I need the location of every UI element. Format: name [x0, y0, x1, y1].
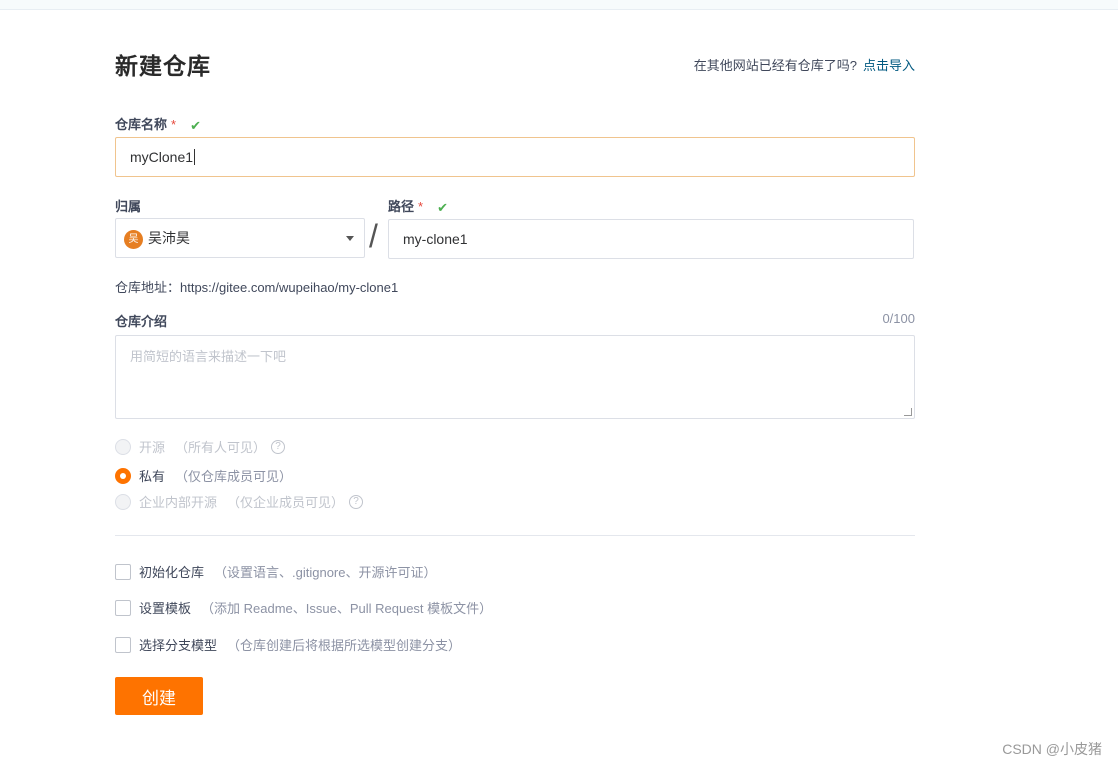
- required-mark: *: [418, 199, 424, 214]
- text-caret: [194, 149, 196, 165]
- watermark: CSDN @小皮猪: [1002, 741, 1102, 757]
- check-icon: ✔: [437, 200, 448, 215]
- description-textarea[interactable]: 用简短的语言来描述一下吧: [115, 335, 915, 419]
- path-label: 路径 * ✔: [388, 199, 448, 215]
- description-label: 仓库介绍: [115, 314, 168, 329]
- resize-handle-icon[interactable]: [904, 408, 912, 416]
- checkbox[interactable]: [115, 636, 131, 653]
- import-prompt-text: 在其他网站已经有仓库了吗?: [693, 58, 857, 73]
- path-input[interactable]: my-clone1: [388, 219, 914, 259]
- owner-label: 归属: [115, 199, 142, 214]
- repo-address: 仓库地址：https://gitee.com/wupeihao/my-clone…: [115, 280, 399, 295]
- import-prompt: 在其他网站已经有仓库了吗? 点击导入: [694, 55, 915, 74]
- option-init-repo[interactable]: 初始化仓库 （设置语言、.gitignore、开源许可证）: [115, 562, 437, 581]
- radio-button[interactable]: [115, 438, 131, 455]
- radio-button[interactable]: [115, 493, 131, 510]
- repo-name-label: 仓库名称 * ✔: [115, 117, 201, 133]
- option-template[interactable]: 设置模板 （添加 Readme、Issue、Pull Request 模板文件）: [115, 598, 492, 617]
- visibility-option-private[interactable]: 私有 （仅仓库成员可见）: [115, 466, 292, 485]
- help-icon[interactable]: ?: [271, 439, 286, 454]
- radio-button-selected[interactable]: [115, 467, 131, 484]
- check-icon: ✔: [190, 118, 201, 133]
- chevron-down-icon: [346, 236, 354, 241]
- option-branch-model[interactable]: 选择分支模型 （仓库创建后将根据所选模型创建分支）: [115, 635, 461, 654]
- create-button[interactable]: 创建: [115, 677, 203, 715]
- divider: [115, 535, 915, 536]
- description-placeholder: 用简短的语言来描述一下吧: [130, 349, 287, 364]
- avatar: 吴: [124, 230, 143, 249]
- owner-value: 吴沛昊: [148, 230, 190, 246]
- page-title: 新建仓库: [115, 53, 211, 79]
- path-separator: /: [369, 218, 378, 254]
- import-link[interactable]: 点击导入: [863, 58, 915, 73]
- char-counter: 0/100: [882, 311, 915, 326]
- help-icon[interactable]: ?: [349, 494, 364, 509]
- visibility-option-enterprise[interactable]: 企业内部开源 （仅企业成员可见） ?: [115, 492, 364, 511]
- owner-select[interactable]: 吴吴沛昊: [115, 218, 365, 258]
- visibility-option-open-source[interactable]: 开源 （所有人可见） ?: [115, 437, 286, 456]
- checkbox[interactable]: [115, 563, 131, 580]
- repo-name-input[interactable]: myClone1: [115, 137, 915, 177]
- required-mark: *: [171, 117, 177, 132]
- checkbox[interactable]: [115, 599, 131, 616]
- top-bar: [0, 0, 1118, 10]
